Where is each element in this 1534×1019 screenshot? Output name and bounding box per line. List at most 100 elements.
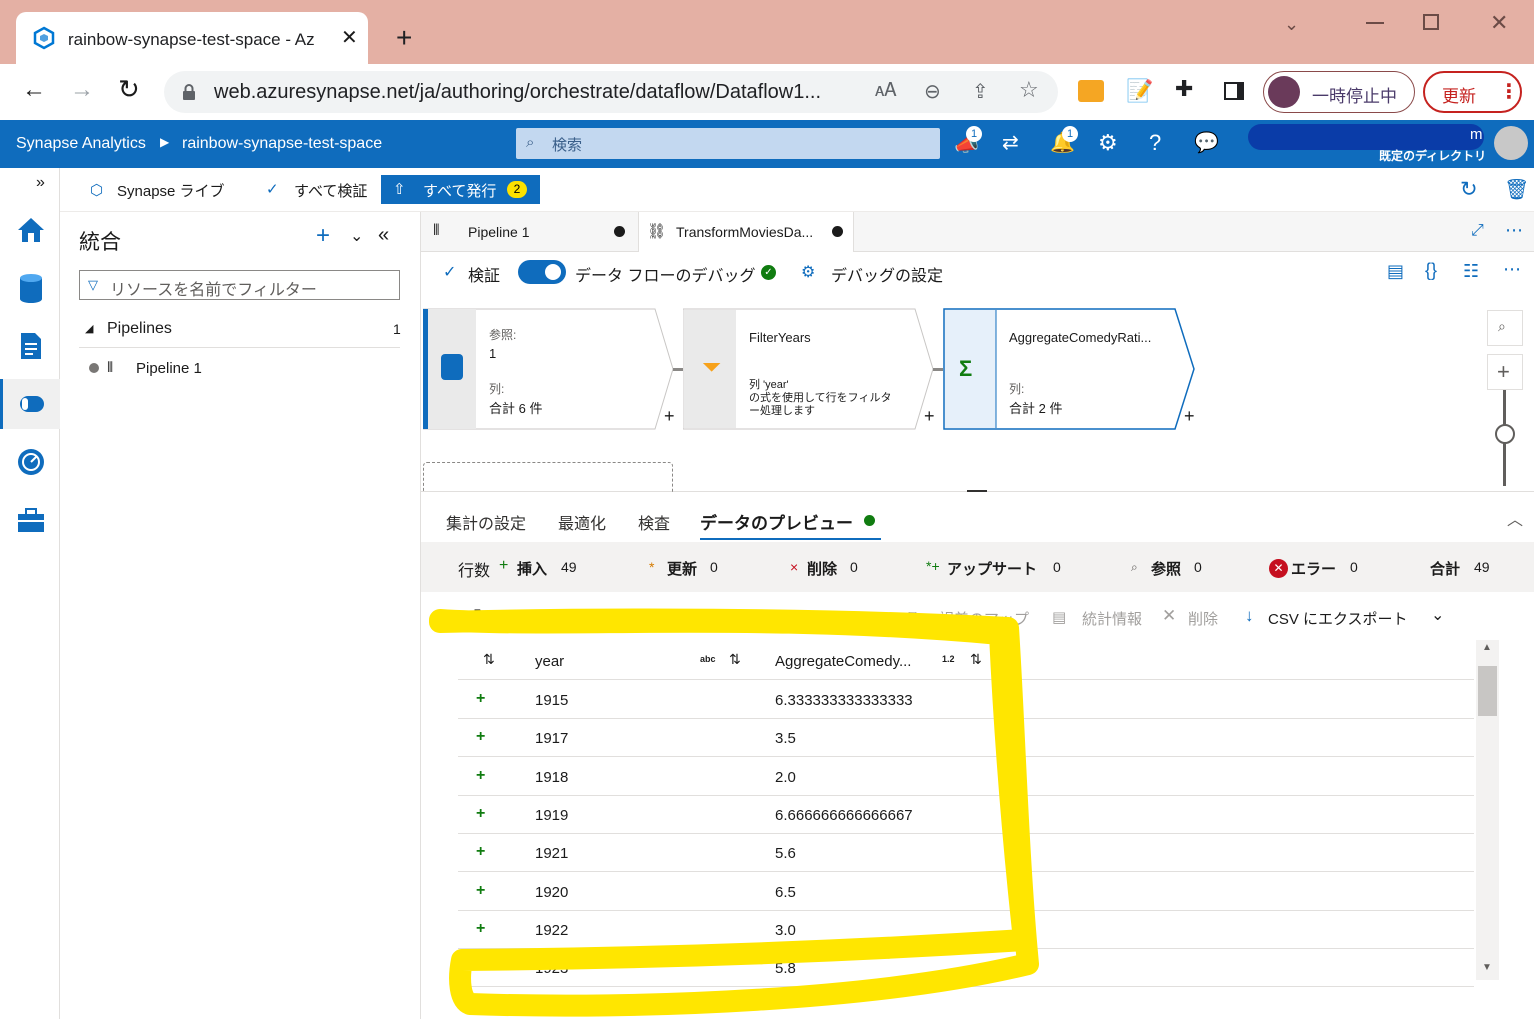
scroll-up-icon[interactable]: ▲	[1482, 642, 1492, 653]
aggregate-node[interactable]: Σ AggregateComedyRati... 列: 合計 2 件	[943, 308, 1197, 430]
kebab-menu-icon[interactable]: ⋮	[1499, 79, 1519, 104]
chat-feedback-icon[interactable]: 💬	[1194, 130, 1219, 155]
column-header-year[interactable]: year	[535, 653, 564, 670]
maximize-editor-icon[interactable]: ⤢	[1471, 222, 1484, 240]
source-node[interactable]: 参照: 1 列: 合計 6 件	[423, 308, 675, 430]
search-input[interactable]: ⌕ 検索	[516, 128, 940, 159]
debug-settings-button[interactable]: デバッグの設定	[831, 262, 943, 286]
validate-all-button[interactable]: すべて検証	[294, 180, 367, 201]
directory-switch-icon[interactable]: ⇄	[1002, 130, 1019, 155]
address-bar[interactable]: web.azuresynapse.net/ja/authoring/orches…	[164, 71, 1058, 113]
extension-smf-icon[interactable]	[1078, 80, 1104, 102]
scroll-down-icon[interactable]: ▼	[1482, 962, 1492, 973]
collapse-panel-icon[interactable]: ︿	[1507, 506, 1523, 530]
tab-optimize[interactable]: 最適化	[558, 510, 606, 534]
table-row[interactable]: +1920 6.5	[458, 873, 1474, 911]
tab-pipeline1[interactable]: ⦀ Pipeline 1	[421, 212, 639, 252]
script-icon[interactable]: ▤	[1387, 261, 1404, 282]
map-drifted-button[interactable]: 誤差のマップ	[939, 608, 1029, 629]
table-row[interactable]: +1918 2.0	[458, 758, 1474, 796]
expand-rail-icon[interactable]: »	[36, 174, 45, 192]
add-step-icon[interactable]: +	[1184, 406, 1195, 427]
tab-aggregate-settings[interactable]: 集計の設定	[446, 510, 526, 534]
filter-node[interactable]: ⏷ FilterYears 列 'year' の式を使用して行をフィルタ ー処理…	[683, 308, 935, 430]
tab-data-preview[interactable]: データのプレビュー	[700, 509, 853, 534]
nav-monitor[interactable]	[6, 437, 56, 487]
table-row[interactable]: +1922 3.0	[458, 911, 1474, 949]
nav-home[interactable]	[6, 205, 56, 255]
sort-icon[interactable]: ⇅	[483, 651, 495, 668]
cell-year: 1922	[535, 921, 569, 939]
add-step-icon[interactable]: +	[924, 406, 935, 427]
gear-icon[interactable]: ⚙	[1098, 130, 1118, 156]
table-row[interactable]: +1921 5.6	[458, 834, 1474, 873]
column-header-aggregate[interactable]: AggregateComedy...	[775, 653, 911, 670]
table-row[interactable]: +1915 6.333333333333333	[458, 681, 1474, 719]
chevron-down-icon[interactable]: ⌄	[649, 605, 662, 625]
zoom-slider-thumb[interactable]	[1495, 424, 1515, 444]
nav-manage[interactable]	[6, 495, 56, 545]
tab-dataflow[interactable]: ⛓ TransformMoviesDa...	[639, 212, 854, 253]
vertical-scrollbar[interactable]: ▲ ▼	[1476, 640, 1499, 980]
nav-integrate[interactable]	[0, 379, 60, 429]
refresh-button[interactable]: 最新の情報に更新	[503, 608, 623, 629]
tab-inspect[interactable]: 検査	[638, 510, 670, 534]
extensions-puzzle-icon[interactable]: ✚	[1175, 76, 1193, 102]
chevron-down-icon[interactable]: ⌄	[1431, 605, 1444, 625]
help-icon[interactable]: ?	[1149, 130, 1161, 156]
add-step-icon[interactable]: +	[664, 406, 675, 427]
minimize-icon[interactable]	[1366, 22, 1384, 24]
remove-button[interactable]: 削除	[1188, 608, 1218, 629]
publish-all-button[interactable]: ⇧ すべて発行 2	[381, 175, 540, 204]
resource-filter-input[interactable]: ▽ リソースを名前でフィルター	[79, 270, 400, 300]
tab-search-icon[interactable]: ⌄	[1284, 14, 1299, 35]
table-row[interactable]: +1919 6.666666666666667	[458, 796, 1474, 834]
nav-data[interactable]	[6, 263, 56, 313]
collapse-all-icon[interactable]: ⌄	[350, 226, 363, 246]
sort-icon[interactable]: ⇅	[729, 651, 741, 668]
browser-tab[interactable]: rainbow-synapse-test-space - Az ✕	[16, 12, 368, 64]
more-options-icon[interactable]: ⋯	[1505, 220, 1523, 241]
sort-icon[interactable]: ⇅	[970, 651, 982, 668]
synapse-live-button[interactable]: Synapse ライブ	[117, 180, 225, 201]
validate-button[interactable]: 検証	[468, 262, 500, 286]
user-avatar[interactable]	[1494, 126, 1528, 160]
pipeline-item[interactable]: ⦀ Pipeline 1	[79, 354, 400, 382]
new-tab-icon[interactable]: +	[396, 24, 412, 52]
add-resource-icon[interactable]: +	[316, 224, 330, 248]
translate-icon[interactable]: 🗚	[875, 80, 897, 102]
refresh-icon[interactable]: ↻	[1460, 177, 1478, 202]
export-csv-button[interactable]: CSV にエクスポート	[1268, 608, 1408, 629]
modify-button[interactable]: 変更	[835, 608, 865, 629]
typecast-button[interactable]: Typecast	[702, 610, 758, 626]
window-close-icon[interactable]: ✕	[1490, 10, 1508, 36]
zoom-icon[interactable]: ⊖	[924, 79, 941, 104]
browser-update-button[interactable]: 更新 ⋮	[1423, 71, 1522, 113]
extension-notes-icon[interactable]: 📝	[1126, 78, 1153, 104]
canvas-search-button[interactable]: ⌕	[1487, 310, 1523, 346]
code-braces-icon[interactable]: {}	[1425, 260, 1437, 281]
nav-develop[interactable]	[6, 321, 56, 371]
share-icon[interactable]: ⇪	[972, 79, 989, 104]
maximize-icon[interactable]	[1423, 14, 1439, 30]
back-icon[interactable]: ←	[22, 78, 46, 102]
app-name[interactable]: Synapse Analytics	[16, 135, 146, 153]
scroll-thumb[interactable]	[1478, 666, 1497, 716]
bookmark-star-icon[interactable]: ☆	[1019, 77, 1039, 103]
table-row[interactable]: +1923 5.8	[458, 949, 1474, 988]
zoom-in-button[interactable]: +	[1487, 354, 1523, 390]
pipelines-group[interactable]: ◢ Pipelines 1	[79, 312, 401, 348]
profile-paused-button[interactable]: 一時停止中	[1263, 71, 1415, 113]
tab-close-icon[interactable]: ✕	[341, 28, 358, 48]
table-row[interactable]: +1917 3.5	[458, 719, 1474, 758]
forward-icon[interactable]: →	[70, 78, 94, 102]
properties-icon[interactable]: ☷	[1463, 261, 1479, 282]
discard-icon[interactable]: 🗑	[1504, 177, 1529, 202]
reload-icon[interactable]: ↻	[118, 76, 140, 102]
collapse-pane-icon[interactable]: «	[378, 224, 389, 247]
workspace-name[interactable]: rainbow-synapse-test-space	[182, 135, 382, 153]
statistics-button[interactable]: 統計情報	[1082, 608, 1142, 629]
more-options-icon[interactable]: ⋯	[1503, 259, 1521, 280]
debug-toggle[interactable]	[518, 260, 566, 284]
side-panel-icon[interactable]	[1224, 82, 1244, 100]
